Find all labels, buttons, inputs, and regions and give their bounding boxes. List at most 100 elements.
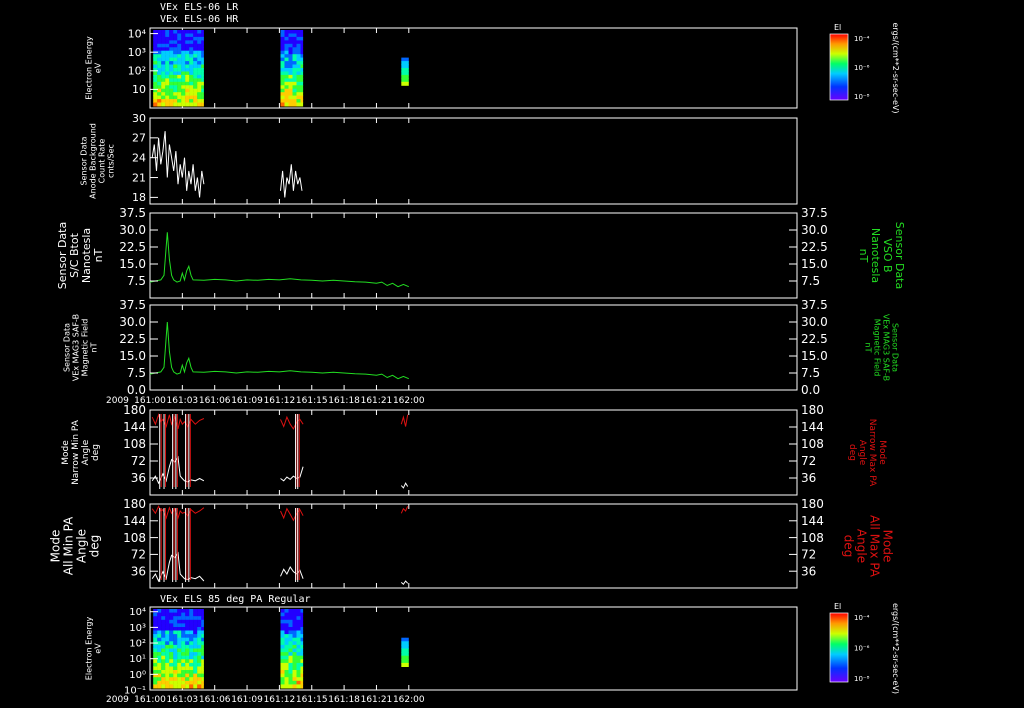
spec2-pixel <box>201 666 204 671</box>
spec1-pixel <box>292 102 297 107</box>
spec1-pixel <box>288 88 293 93</box>
spec2-pixel <box>165 677 170 682</box>
spec1-pixel <box>197 36 202 41</box>
spec2-pixel <box>401 655 406 660</box>
spec2-pixel <box>288 609 293 614</box>
spec2-pixel <box>173 666 178 671</box>
spec2-pixel <box>197 612 202 617</box>
panarrow-ytick-label-right: 144 <box>801 420 824 434</box>
spec2-pixel <box>296 634 301 639</box>
spec1-pixel <box>284 95 289 100</box>
spec2-pixel <box>405 648 409 653</box>
spec2-pixel <box>177 612 182 617</box>
spec2-pixel <box>173 648 178 653</box>
spec2-colorbar-units-text: ergs/(cm**2-sr-sec-eV) <box>891 603 900 694</box>
spec1-pixel <box>292 64 297 69</box>
spec2-pixel <box>157 670 162 675</box>
spec2-pixel <box>189 666 194 671</box>
paall-ytick-label-right: 144 <box>801 514 824 528</box>
spec2-pixel <box>197 655 202 660</box>
panarrow-rlabel-line: Angle <box>857 440 867 466</box>
spec2-pixel <box>165 609 170 614</box>
spec2-pixel <box>189 680 194 685</box>
spec1-pixel <box>153 50 158 55</box>
spec2-pixel <box>181 627 186 632</box>
spec2-pixel <box>193 655 198 660</box>
spec2-pixel <box>181 673 186 678</box>
mag3-ytick-label: 30.0 <box>119 315 146 329</box>
btot-ytick-label: 37.5 <box>119 206 146 220</box>
spec2-pixel <box>185 655 190 660</box>
anode-ylabel-line: Count Rate <box>97 139 106 184</box>
spec1-pixel <box>169 64 174 69</box>
spec2-pixel <box>169 619 174 624</box>
spec2-pixel <box>300 612 304 617</box>
spec2-pixel <box>181 644 186 649</box>
spec2-pixel <box>185 684 190 689</box>
spec2-pixel <box>201 680 204 685</box>
spec2-pixel <box>165 623 170 628</box>
spec1-pixel <box>288 74 293 79</box>
paall-ytick-label-right: 36 <box>801 564 816 578</box>
spec2-pixel <box>165 648 170 653</box>
spec2-pixel <box>185 641 190 646</box>
spec1-pixel <box>181 50 186 55</box>
spec2-pixel <box>169 637 174 642</box>
spec1-pixel <box>181 81 186 86</box>
spec2-pixel <box>288 680 293 685</box>
spec2-pixel <box>165 641 170 646</box>
mag3-ylabel-line: Sensor Data <box>62 323 71 372</box>
spec2-pixel <box>284 662 289 667</box>
spec1-pixel <box>193 57 198 62</box>
spec1-pixel <box>169 102 174 107</box>
spec1-pixel <box>181 95 186 100</box>
spec2-pixel <box>280 634 285 639</box>
spec2-pixel <box>161 666 166 671</box>
spec2-pixel <box>189 637 194 642</box>
spec2-pixel <box>189 673 194 678</box>
spec1-pixel <box>189 36 194 41</box>
spec2-pixel <box>193 641 198 646</box>
spec2-pixel <box>201 673 204 678</box>
spec1-pixel <box>284 68 289 72</box>
spec2-pixel <box>161 619 166 624</box>
spec2-pixel <box>405 652 409 657</box>
btot-frame <box>149 212 798 299</box>
mag3-ylabel-line: Magnetic Field <box>80 319 89 377</box>
spec1-pixel <box>169 43 174 48</box>
spec1-pixel <box>165 36 170 41</box>
spec2-pixel <box>157 662 162 667</box>
spec2-pixel <box>165 652 170 657</box>
spec2-pixel <box>201 684 204 689</box>
paall-rlabel-line: Angle <box>854 529 868 563</box>
spec2-pixel <box>280 684 285 689</box>
spec2-pixel <box>296 616 301 621</box>
mag3-ytick-label-right: 7.5 <box>801 366 820 380</box>
spec2-pixel <box>189 670 194 675</box>
spec2-pixel <box>169 609 174 614</box>
spec2-pixel <box>193 652 198 657</box>
spec2-pixel <box>296 666 301 671</box>
spec1-pixel <box>189 95 194 100</box>
spec1-pixel <box>173 74 178 79</box>
panarrow-ylabel: Mode Narrow Min PA Angle deg <box>61 419 101 485</box>
spec1-pixel <box>193 95 198 100</box>
spec2-pixel <box>296 619 301 624</box>
spec2-pixel <box>173 684 178 689</box>
btot-trace <box>149 232 409 288</box>
spec2-pixel <box>185 623 190 628</box>
panarrow-rlabel-line: Mode <box>877 440 887 465</box>
spec2-pixel <box>292 670 297 675</box>
spec1-pixel <box>173 36 178 41</box>
spec2-pixel <box>300 637 304 642</box>
spec2-pixel <box>169 644 174 649</box>
spec1-pixel <box>401 81 406 86</box>
spec2-pixel <box>161 662 166 667</box>
spec2-pixel <box>284 652 289 657</box>
spec2-pixel <box>173 673 178 678</box>
anode-ytick-label: 30 <box>132 112 146 125</box>
spec1-pixel <box>201 50 204 55</box>
spec2-block <box>280 609 304 689</box>
spec2-pixel <box>193 680 198 685</box>
spec2-pixel <box>157 659 162 664</box>
